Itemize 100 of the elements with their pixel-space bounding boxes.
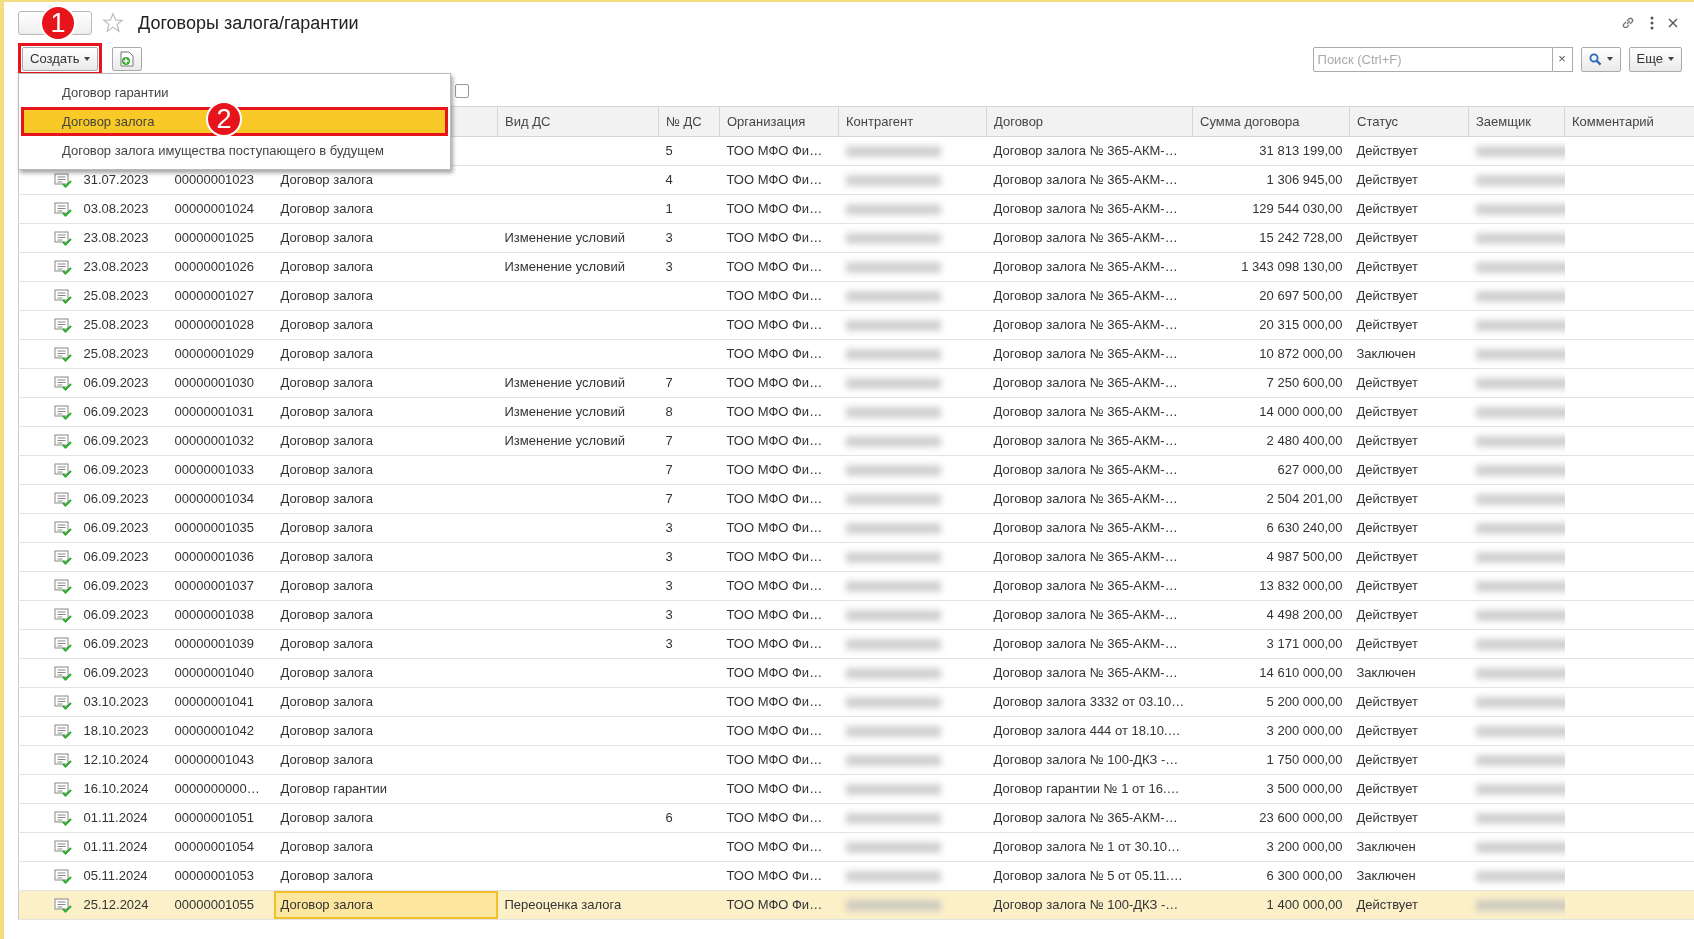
table-cell: Изменение условий (497, 397, 659, 427)
table-cell: 3 500 000,00 (1192, 774, 1350, 804)
table-cell: ТОО МФО Фи… (719, 861, 839, 891)
table-cell: 20 315 000,00 (1192, 310, 1350, 340)
table-cell: Договор залога № 365-АКМ-… (986, 136, 1193, 166)
table-cell: 0000000000… (167, 774, 274, 804)
table-cell: 00000001027 (167, 281, 274, 311)
table-cell: 2 480 400,00 (1192, 426, 1350, 456)
table-cell: Договор залога (273, 223, 498, 253)
table-cell: 25.08.2023 (76, 310, 168, 340)
table-cell: ТОО МФО Фи… (719, 687, 839, 717)
table-cell: Договор залога № 365-АКМ-… (986, 542, 1193, 572)
table-cell: 00000001025 (167, 223, 274, 253)
table-cell: Договор залога (273, 716, 498, 746)
table-cell: Договор залога № 365-АКМ-… (986, 310, 1193, 340)
table-cell: ТОО МФО Фи… (719, 484, 839, 514)
table-cell: Договор залога (273, 687, 498, 717)
table-cell: ТОО МФО Фи… (719, 165, 839, 195)
table-cell: Договор залога 3332 от 03.10… (986, 687, 1193, 717)
table-cell: 00000001051 (167, 803, 274, 833)
table-cell: Договор залога (273, 658, 498, 688)
table-cell: Договор залога № 365-АКМ-… (986, 165, 1193, 195)
table-cell: Действует (1349, 803, 1469, 833)
table-cell: 6 300 000,00 (1192, 861, 1350, 891)
table-cell: 12.10.2024 (76, 745, 168, 775)
callout-tooltip: 1 (40, 5, 76, 41)
table-cell: Договор залога (273, 339, 498, 369)
table-cell: 3 200 000,00 (1192, 832, 1350, 862)
table-cell: 06.09.2023 (76, 455, 168, 485)
table-cell: Договор залога № 1 от 30.10… (986, 832, 1193, 862)
table-cell: Действует (1349, 571, 1469, 601)
table-cell: 4 (658, 165, 720, 195)
table-cell: 00000001035 (167, 513, 274, 543)
table-cell: 129 544 030,00 (1192, 194, 1350, 224)
table-cell: ТОО МФО Фи… (719, 658, 839, 688)
table-cell: 3 (658, 542, 720, 572)
table-cell: Договор залога (273, 861, 498, 891)
table-cell: ТОО МФО Фи… (719, 397, 839, 427)
table-cell: Действует (1349, 745, 1469, 775)
table-cell: 2 504 201,00 (1192, 484, 1350, 514)
table-cell: 13 832 000,00 (1192, 571, 1350, 601)
table-cell: Договор залога (273, 194, 498, 224)
table-cell: Договор залога № 100-ДКЗ -… (986, 745, 1193, 775)
table-cell: 00000001037 (167, 571, 274, 601)
table-cell: ТОО МФО Фи… (719, 774, 839, 804)
table-cell: 00000001054 (167, 832, 274, 862)
table-cell: Договор залога № 100-ДКЗ -… (986, 890, 1193, 920)
table-cell: 3 (658, 252, 720, 282)
table-cell: 3 200 000,00 (1192, 716, 1350, 746)
table-cell: Действует (1349, 194, 1469, 224)
table-cell: 00000001024 (167, 194, 274, 224)
table-cell: Договор залога 444 от 18.10.… (986, 716, 1193, 746)
table-cell: Изменение условий (497, 223, 659, 253)
table-cell: Договор залога № 365-АКМ-… (986, 629, 1193, 659)
table-cell: Действует (1349, 223, 1469, 253)
table-cell: 15 242 728,00 (1192, 223, 1350, 253)
table-cell: ТОО МФО Фи… (719, 368, 839, 398)
table-cell: 00000001032 (167, 426, 274, 456)
table-cell: Действует (1349, 165, 1469, 195)
table-cell: Действует (1349, 484, 1469, 514)
table-cell: 3 (658, 513, 720, 543)
table-cell: 23.08.2023 (76, 252, 168, 282)
table-cell: 14 000 000,00 (1192, 397, 1350, 427)
table-cell: ТОО МФО Фи… (719, 252, 839, 282)
table-cell: 6 630 240,00 (1192, 513, 1350, 543)
table-cell: Договор залога № 365-АКМ-… (986, 484, 1193, 514)
table-cell: ТОО МФО Фи… (719, 890, 839, 920)
table-cell: 00000001029 (167, 339, 274, 369)
table-cell: Действует (1349, 455, 1469, 485)
table-cell: Договор залога № 365-АКМ-… (986, 194, 1193, 224)
table-cell: 3 (658, 629, 720, 659)
table-cell: 1 306 945,00 (1192, 165, 1350, 195)
table-cell: Договор залога № 365-АКМ-… (986, 513, 1193, 543)
table-cell: ТОО МФО Фи… (719, 600, 839, 630)
table-cell: 18.10.2023 (76, 716, 168, 746)
table-cell: 00000001031 (167, 397, 274, 427)
table-cell: 06.09.2023 (76, 600, 168, 630)
table-cell: 06.09.2023 (76, 397, 168, 427)
table-cell: 5 200 000,00 (1192, 687, 1350, 717)
table-cell: ТОО МФО Фи… (719, 571, 839, 601)
table-cell: Действует (1349, 136, 1469, 166)
table-cell: 06.09.2023 (76, 368, 168, 398)
table-cell: 00000001043 (167, 745, 274, 775)
table-cell: 14 610 000,00 (1192, 658, 1350, 688)
table-cell: Договор залога (273, 571, 498, 601)
table-cell: 00000001040 (167, 658, 274, 688)
table-cell: ТОО МФО Фи… (719, 716, 839, 746)
table-cell: 00000001042 (167, 716, 274, 746)
table-cell: ТОО МФО Фи… (719, 136, 839, 166)
table-cell: 3 (658, 223, 720, 253)
table-cell: 05.11.2024 (76, 861, 168, 891)
table-cell: Договор залога № 365-АКМ-… (986, 252, 1193, 282)
table-cell: Договор залога (273, 368, 498, 398)
table-cell: ТОО МФО Фи… (719, 803, 839, 833)
table-cell: 3 (658, 600, 720, 630)
table-cell: Действует (1349, 542, 1469, 572)
table-cell: 00000001026 (167, 252, 274, 282)
table-cell: ТОО МФО Фи… (719, 832, 839, 862)
table-cell: Договор залога № 365-АКМ-… (986, 455, 1193, 485)
table-cell: 00000001034 (167, 484, 274, 514)
